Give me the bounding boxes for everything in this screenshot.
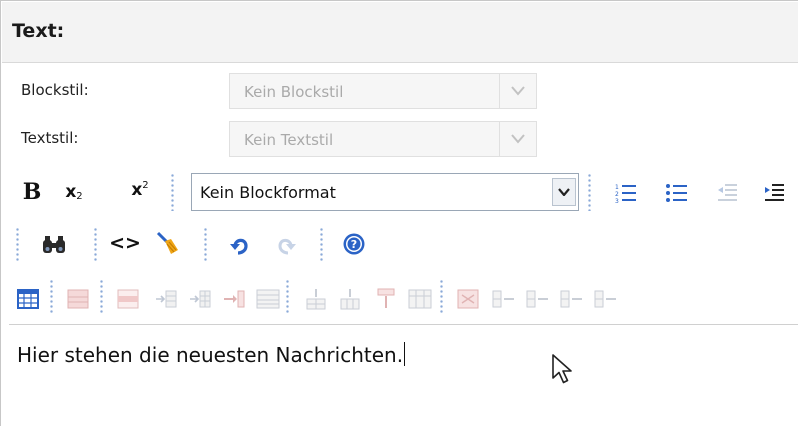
- find-icon[interactable]: [41, 232, 67, 258]
- column-delete-icon[interactable]: [221, 286, 247, 312]
- toolbar-separator: [439, 279, 444, 313]
- split-cell-icon[interactable]: [255, 286, 281, 312]
- block-style-select[interactable]: Kein Blockstil: [229, 73, 537, 109]
- row-insert-above-icon[interactable]: [303, 286, 329, 312]
- table-icon[interactable]: [15, 286, 41, 312]
- toolbar-separator: [93, 227, 98, 261]
- column-insert-before-icon[interactable]: [153, 286, 179, 312]
- column-insert-after-icon[interactable]: [187, 286, 213, 312]
- cell-insert-after-icon[interactable]: [559, 286, 585, 312]
- svg-text:2: 2: [615, 191, 619, 198]
- cell-properties-icon[interactable]: [455, 286, 481, 312]
- block-style-label: Blockstil:: [21, 81, 89, 99]
- rte-frame: Text: Blockstil: Kein Blockstil Textstil…: [0, 0, 798, 428]
- mouse-pointer-icon: [551, 353, 575, 389]
- editor-content[interactable]: Hier stehen die neuesten Nachrichten.: [17, 342, 406, 367]
- chevron-down-icon[interactable]: [499, 122, 536, 156]
- ordered-list-icon[interactable]: 1 2 3: [613, 180, 639, 206]
- chevron-down-icon[interactable]: [552, 178, 576, 206]
- toolbar-separator: [285, 279, 290, 313]
- subscript-label: x: [65, 182, 77, 202]
- toolbar-separator: [49, 279, 54, 313]
- html-source-icon: <>: [109, 232, 141, 254]
- bold-label: B: [22, 179, 42, 205]
- cell-insert-before-icon[interactable]: [525, 286, 551, 312]
- clean-broom-icon[interactable]: [155, 230, 181, 256]
- unordered-list-icon[interactable]: [664, 180, 690, 206]
- toolbar-separator: [15, 227, 20, 261]
- chevron-down-icon[interactable]: [499, 74, 536, 108]
- superscript-digit: 2: [142, 179, 149, 191]
- page-title: Text:: [12, 20, 65, 42]
- indent-icon[interactable]: [761, 180, 787, 206]
- row-insert-below-icon[interactable]: [337, 286, 363, 312]
- toolbar-separator: [319, 227, 324, 261]
- superscript-label: x: [131, 180, 143, 200]
- cell-delete-icon[interactable]: [593, 286, 619, 312]
- svg-text:?: ?: [351, 238, 357, 251]
- subscript-digit: 2: [76, 190, 83, 202]
- html-source-button[interactable]: <>: [109, 230, 141, 256]
- superscript-button[interactable]: x2: [125, 177, 155, 203]
- row-split-icon[interactable]: [491, 286, 517, 312]
- bold-button[interactable]: B: [17, 179, 47, 205]
- toolbar-separator: [170, 173, 175, 211]
- toolbar-separator: [587, 173, 592, 211]
- table-properties-icon[interactable]: [65, 286, 91, 312]
- row-properties-icon[interactable]: [115, 286, 141, 312]
- toolbar-separator: [203, 227, 208, 261]
- header-bar: Text:: [2, 2, 798, 63]
- toolbar-separator: [99, 279, 104, 313]
- outdent-icon[interactable]: [714, 180, 740, 206]
- svg-text:3: 3: [615, 198, 619, 204]
- block-style-value: Kein Blockstil: [244, 83, 344, 101]
- subscript-button[interactable]: x2: [59, 179, 89, 205]
- block-format-value: Kein Blockformat: [200, 183, 336, 202]
- editor-area[interactable]: Hier stehen die neuesten Nachrichten.: [9, 324, 798, 428]
- help-icon[interactable]: ?: [341, 231, 367, 257]
- text-style-select[interactable]: Kein Textstil: [229, 121, 537, 157]
- text-caret: [404, 342, 406, 366]
- editor-text: Hier stehen die neuesten Nachrichten.: [17, 343, 404, 367]
- text-style-value: Kein Textstil: [244, 131, 334, 149]
- undo-icon[interactable]: [227, 232, 253, 258]
- merge-cells-icon[interactable]: [407, 286, 433, 312]
- block-format-select[interactable]: Kein Blockformat: [191, 173, 579, 211]
- redo-icon[interactable]: [273, 232, 299, 258]
- svg-text:1: 1: [615, 184, 619, 191]
- row-delete-icon[interactable]: [373, 286, 399, 312]
- text-style-label: Textstil:: [21, 129, 79, 147]
